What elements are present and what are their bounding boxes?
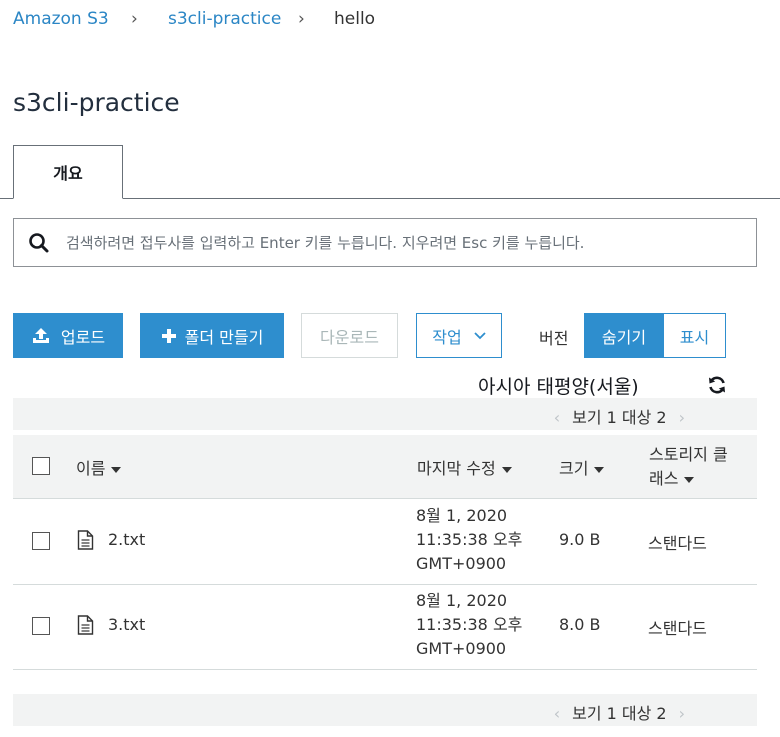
refresh-icon[interactable] bbox=[707, 375, 727, 395]
modified-time: 11:35:38 오후 bbox=[416, 615, 523, 634]
column-header-size[interactable]: 크기 bbox=[559, 455, 605, 479]
column-header-storage-label-line1: 스토리지 클 bbox=[649, 445, 728, 464]
next-page-icon[interactable]: › bbox=[679, 704, 685, 723]
table-row: 2.txt 8월 1, 2020 11:35:38 오후 GMT+0900 9.… bbox=[13, 499, 757, 585]
pagination-bar-bottom: ‹ 보기 1 대상 2 › bbox=[13, 694, 757, 726]
page-title: s3cli-practice bbox=[13, 88, 180, 117]
column-header-modified-label: 마지막 수정 bbox=[417, 459, 496, 478]
breadcrumb-root-link[interactable]: Amazon S3 bbox=[13, 9, 109, 29]
new-folder-button[interactable]: 폴더 만들기 bbox=[140, 313, 284, 358]
last-modified-cell: 8월 1, 2020 11:35:38 오후 GMT+0900 bbox=[416, 589, 522, 661]
column-header-size-label: 크기 bbox=[559, 459, 589, 478]
chevron-down-icon bbox=[474, 331, 486, 339]
breadcrumb-current: hello bbox=[334, 9, 376, 29]
column-header-name-label: 이름 bbox=[76, 459, 106, 478]
versions-show-toggle[interactable]: 표시 bbox=[663, 313, 726, 358]
versions-label: 버전 bbox=[539, 329, 569, 348]
breadcrumb-bucket-link[interactable]: s3cli-practice bbox=[168, 9, 281, 29]
column-header-modified[interactable]: 마지막 수정 bbox=[417, 455, 512, 479]
table-row: 3.txt 8월 1, 2020 11:35:38 오후 GMT+0900 8.… bbox=[13, 584, 757, 670]
modified-time: 11:35:38 오후 bbox=[416, 530, 523, 549]
row-checkbox[interactable] bbox=[32, 617, 50, 635]
search-icon bbox=[29, 232, 49, 252]
sort-caret-icon bbox=[684, 476, 695, 483]
row-checkbox[interactable] bbox=[32, 532, 50, 550]
column-header-name[interactable]: 이름 bbox=[76, 455, 122, 479]
pagination-bottom: ‹ 보기 1 대상 2 › bbox=[542, 700, 697, 724]
next-page-icon[interactable]: › bbox=[679, 408, 685, 427]
modified-date: 8월 1, 2020 bbox=[416, 506, 508, 525]
storage-class-cell: 스탠다드 bbox=[648, 619, 707, 638]
pagination-text: 보기 1 대상 2 bbox=[572, 704, 667, 723]
file-icon bbox=[77, 615, 94, 635]
size-cell: 8.0 B bbox=[559, 615, 601, 634]
actions-dropdown-label: 작업 bbox=[432, 327, 462, 347]
pagination-bar-top: ‹ 보기 1 대상 2 › bbox=[13, 398, 757, 430]
sort-caret-icon bbox=[594, 466, 605, 473]
last-modified-cell: 8월 1, 2020 11:35:38 오후 GMT+0900 bbox=[416, 504, 522, 576]
actions-dropdown[interactable]: 작업 bbox=[416, 313, 502, 358]
tab-overview-label: 개요 bbox=[53, 164, 83, 183]
sort-caret-icon bbox=[501, 466, 512, 473]
search-input[interactable] bbox=[66, 233, 756, 252]
file-name-link[interactable]: 2.txt bbox=[108, 530, 145, 549]
modified-timezone: GMT+0900 bbox=[416, 554, 507, 573]
search-box[interactable] bbox=[13, 218, 757, 267]
pagination-top: ‹ 보기 1 대상 2 › bbox=[542, 404, 697, 428]
upload-button[interactable]: 업로드 bbox=[13, 313, 123, 358]
tab-overview[interactable]: 개요 bbox=[13, 145, 123, 199]
modified-timezone: GMT+0900 bbox=[416, 639, 507, 658]
select-all-checkbox[interactable] bbox=[32, 457, 50, 475]
upload-icon bbox=[32, 327, 49, 343]
breadcrumb: Amazon S3 › s3cli-practice › hello bbox=[0, 0, 780, 40]
table-header: 이름 마지막 수정 크기 스토리지 클 래스 bbox=[13, 435, 757, 499]
column-header-storage-label-line2: 래스 bbox=[649, 469, 679, 488]
upload-button-label: 업로드 bbox=[60, 327, 106, 347]
file-icon bbox=[77, 530, 94, 550]
file-name-link[interactable]: 3.txt bbox=[108, 615, 145, 634]
versions-show-label: 표시 bbox=[679, 327, 710, 347]
sort-caret-icon bbox=[111, 466, 122, 473]
download-button-label: 다운로드 bbox=[320, 327, 379, 347]
versions-hide-toggle[interactable]: 숨기기 bbox=[584, 313, 664, 358]
prev-page-icon[interactable]: ‹ bbox=[554, 704, 560, 723]
column-header-storage-class[interactable]: 스토리지 클 래스 bbox=[649, 443, 728, 491]
versions-hide-label: 숨기기 bbox=[601, 327, 647, 347]
storage-class-cell: 스탠다드 bbox=[648, 534, 707, 553]
region-label: 아시아 태평양(서울) bbox=[478, 376, 639, 398]
modified-date: 8월 1, 2020 bbox=[416, 591, 508, 610]
breadcrumb-separator: › bbox=[131, 9, 138, 29]
prev-page-icon[interactable]: ‹ bbox=[554, 408, 560, 427]
size-cell: 9.0 B bbox=[559, 530, 601, 549]
download-button[interactable]: 다운로드 bbox=[301, 313, 398, 358]
breadcrumb-separator: › bbox=[298, 9, 305, 29]
pagination-text: 보기 1 대상 2 bbox=[572, 408, 667, 427]
new-folder-button-label: 폴더 만들기 bbox=[184, 327, 264, 347]
plus-icon bbox=[161, 328, 176, 343]
